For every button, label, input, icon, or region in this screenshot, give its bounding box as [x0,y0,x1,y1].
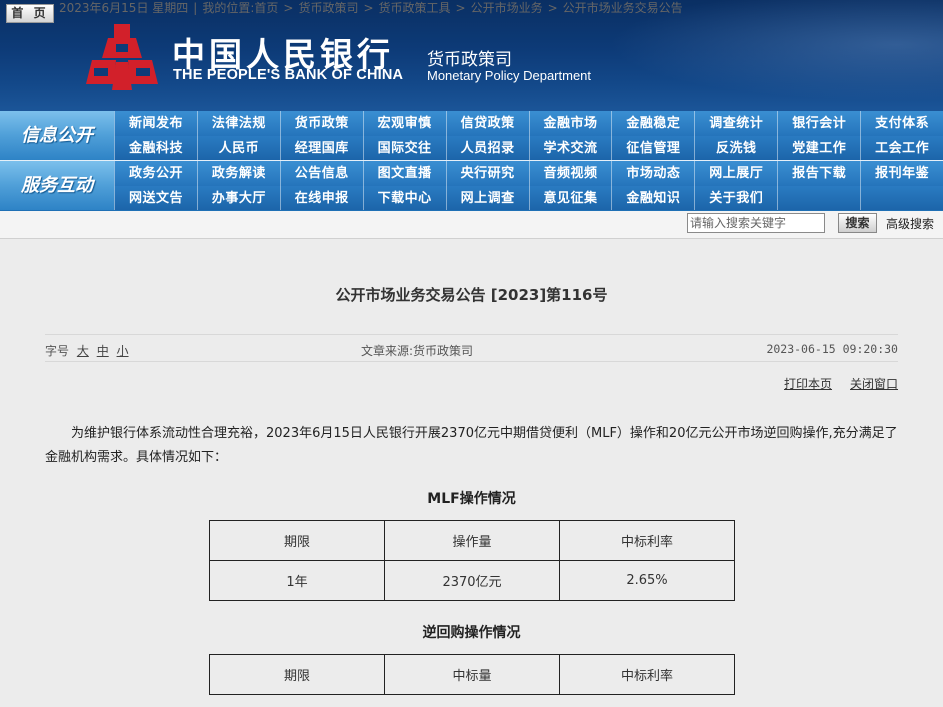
dept-name-cn: 货币政策司 [427,50,512,70]
service-nav-block: 服务互动 政务公开 政务解读 公告信息 图文直播 央行研究 音频视频 市场动态 … [0,161,943,210]
info-nav-block: 信息公开 新闻发布 法律法规 货币政策 宏观审慎 信贷政策 金融市场 金融稳定 … [0,111,943,160]
nav-item-download-center[interactable]: 下载中心 [362,186,446,210]
nav-item-documents[interactable]: 网送文告 [114,186,197,210]
current-date: 2023年6月15日 星期四 [59,1,189,15]
article-meta: 字号 大 中 小 文章来源:货币政策司 2023-06-15 09:20:30 [45,334,898,362]
nav-row: 新闻发布 法律法规 货币政策 宏观审慎 信贷政策 金融市场 金融稳定 调查统计 … [114,111,943,136]
table-header-row: 期限 操作量 中标利率 [209,520,735,561]
nav-item-feedback[interactable]: 意见征集 [528,186,612,210]
nav-item-financial-stability[interactable]: 金融稳定 [611,111,694,136]
nav-item-accounting[interactable]: 银行会计 [777,111,860,136]
table-header-cell: 期限 [209,520,385,561]
nav-item-empty [860,186,943,210]
font-size-medium[interactable]: 中 [97,344,109,358]
nav-item-online-exhibition[interactable]: 网上展厅 [694,161,777,186]
article-title: 公开市场业务交易公告 [2023]第116号 [335,286,608,304]
table-header-cell: 中标利率 [559,654,735,695]
table-cell: 2.65% [559,560,735,601]
dept-name-en: Monetary Policy Department [427,68,592,83]
nav-item-credit-reference[interactable]: 征信管理 [611,136,694,160]
nav-item-about[interactable]: 关于我们 [694,186,777,210]
table-header-cell: 期限 [209,654,385,695]
table-header-cell: 中标量 [384,654,560,695]
nav-item-rmb[interactable]: 人民币 [196,136,280,160]
breadcrumb-dept[interactable]: 货币政策司 [298,1,358,15]
nav-item-market-news[interactable]: 市场动态 [611,161,694,186]
table-row: 1年 2370亿元 2.65% [209,560,735,601]
table-header-cell: 中标利率 [559,520,735,561]
nav-item-news[interactable]: 新闻发布 [114,111,197,136]
article-source: 文章来源:货币政策司 [361,344,474,358]
nav-item-online-filing[interactable]: 在线申报 [279,186,363,210]
location-label: 我的位置: [202,1,255,15]
nav-item-empty [777,186,860,210]
nav-title-service: 服务互动 [0,161,114,210]
page: 中国人民银行 THE PEOPLE'S BANK OF CHINA 货币政策司 … [0,0,943,707]
table-header-row: 期限 中标量 中标利率 [209,654,735,695]
nav-item-international[interactable]: 国际交往 [362,136,446,160]
font-size-small[interactable]: 小 [117,344,129,358]
search-button[interactable]: 搜索 [838,213,877,233]
breadcrumb-open-market[interactable]: 公开市场业务 [471,1,543,15]
reverse-repo-table: 期限 中标量 中标利率 [209,654,735,695]
table-header-cell: 操作量 [384,520,560,561]
nav-item-credit-policy[interactable]: 信贷政策 [445,111,529,136]
nav-item-treasury[interactable]: 经理国库 [279,136,363,160]
breadcrumb-announcements[interactable]: 公开市场业务交易公告 [563,1,683,15]
article-paragraph: 为维护银行体系流动性合理充裕，2023年6月15日人民银行开展2370亿元中期借… [45,426,898,465]
nav-item-report-download[interactable]: 报告下载 [777,161,860,186]
header-banner: 中国人民银行 THE PEOPLE'S BANK OF CHINA 货币政策司 … [0,0,943,111]
nav-row: 政务公开 政务解读 公告信息 图文直播 央行研究 音频视频 市场动态 网上展厅 … [114,161,943,186]
breadcrumb-tools[interactable]: 货币政策工具 [379,1,451,15]
nav-item-party-building[interactable]: 党建工作 [777,136,860,160]
nav-item-macroprudential[interactable]: 宏观审慎 [362,111,446,136]
nav-item-research[interactable]: 央行研究 [445,161,529,186]
nav-item-statistics[interactable]: 调查统计 [694,111,777,136]
font-size-label: 字号 [45,344,70,358]
advanced-search-link[interactable]: 高级搜索 [886,215,934,232]
nav-item-financial-knowledge[interactable]: 金融知识 [611,186,694,210]
nav-item-law[interactable]: 法律法规 [196,111,280,136]
home-button[interactable]: 首 页 [6,4,54,23]
pboc-emblem-icon[interactable] [86,24,158,90]
publish-time: 2023-06-15 09:20:30 [766,342,898,356]
nav-item-academic[interactable]: 学术交流 [528,136,612,160]
nav-row: 金融科技 人民币 经理国库 国际交往 人员招录 学术交流 征信管理 反洗钱 党建… [114,136,943,160]
nav-item-live[interactable]: 图文直播 [362,161,446,186]
font-size-selector: 字号 大 中 小 [45,342,129,359]
nav-item-policy-interpretation[interactable]: 政务解读 [196,161,280,186]
mlf-table-caption: MLF操作情况 [427,491,516,507]
nav-item-union[interactable]: 工会工作 [860,136,943,160]
search-input[interactable]: 请输入搜索关键字 [687,213,825,233]
nav-item-recruitment[interactable]: 人员招录 [445,136,529,160]
nav-item-payment[interactable]: 支付体系 [860,111,943,136]
nav-item-survey[interactable]: 网上调查 [445,186,529,210]
banner-decoration [560,0,943,111]
print-page-link[interactable]: 打印本页 [784,375,832,392]
nav-row: 网送文告 办事大厅 在线申报 下载中心 网上调查 意见征集 金融知识 关于我们 [114,186,943,210]
main-nav: 信息公开 新闻发布 法律法规 货币政策 宏观审慎 信贷政策 金融市场 金融稳定 … [0,111,943,211]
nav-item-monetary-policy[interactable]: 货币政策 [279,111,363,136]
breadcrumb: 2023年6月15日 星期四 | 我的位置:首页 > 货币政策司 > 货币政策工具 > 公开市场… [59,1,683,15]
nav-item-fintech[interactable]: 金融科技 [114,136,197,160]
reverse-repo-table-caption: 逆回购操作情况 [422,625,521,641]
nav-item-yearbook[interactable]: 报刊年鉴 [860,161,943,186]
nav-item-gov-affairs[interactable]: 政务公开 [114,161,197,186]
table-cell: 2370亿元 [384,560,560,601]
font-size-large[interactable]: 大 [77,344,89,358]
nav-item-announcements[interactable]: 公告信息 [279,161,363,186]
close-window-link[interactable]: 关闭窗口 [850,375,898,392]
table-cell: 1年 [209,560,385,601]
nav-title-info: 信息公开 [0,111,114,160]
bank-name-en: THE PEOPLE'S BANK OF CHINA [173,67,404,83]
breadcrumb-home[interactable]: 首页 [254,1,278,15]
nav-item-anti-money-laundering[interactable]: 反洗钱 [694,136,777,160]
nav-item-financial-market[interactable]: 金融市场 [528,111,612,136]
nav-item-av[interactable]: 音频视频 [528,161,612,186]
nav-item-service-hall[interactable]: 办事大厅 [196,186,280,210]
mlf-table: 期限 操作量 中标利率 1年 2370亿元 2.65% [209,520,735,601]
